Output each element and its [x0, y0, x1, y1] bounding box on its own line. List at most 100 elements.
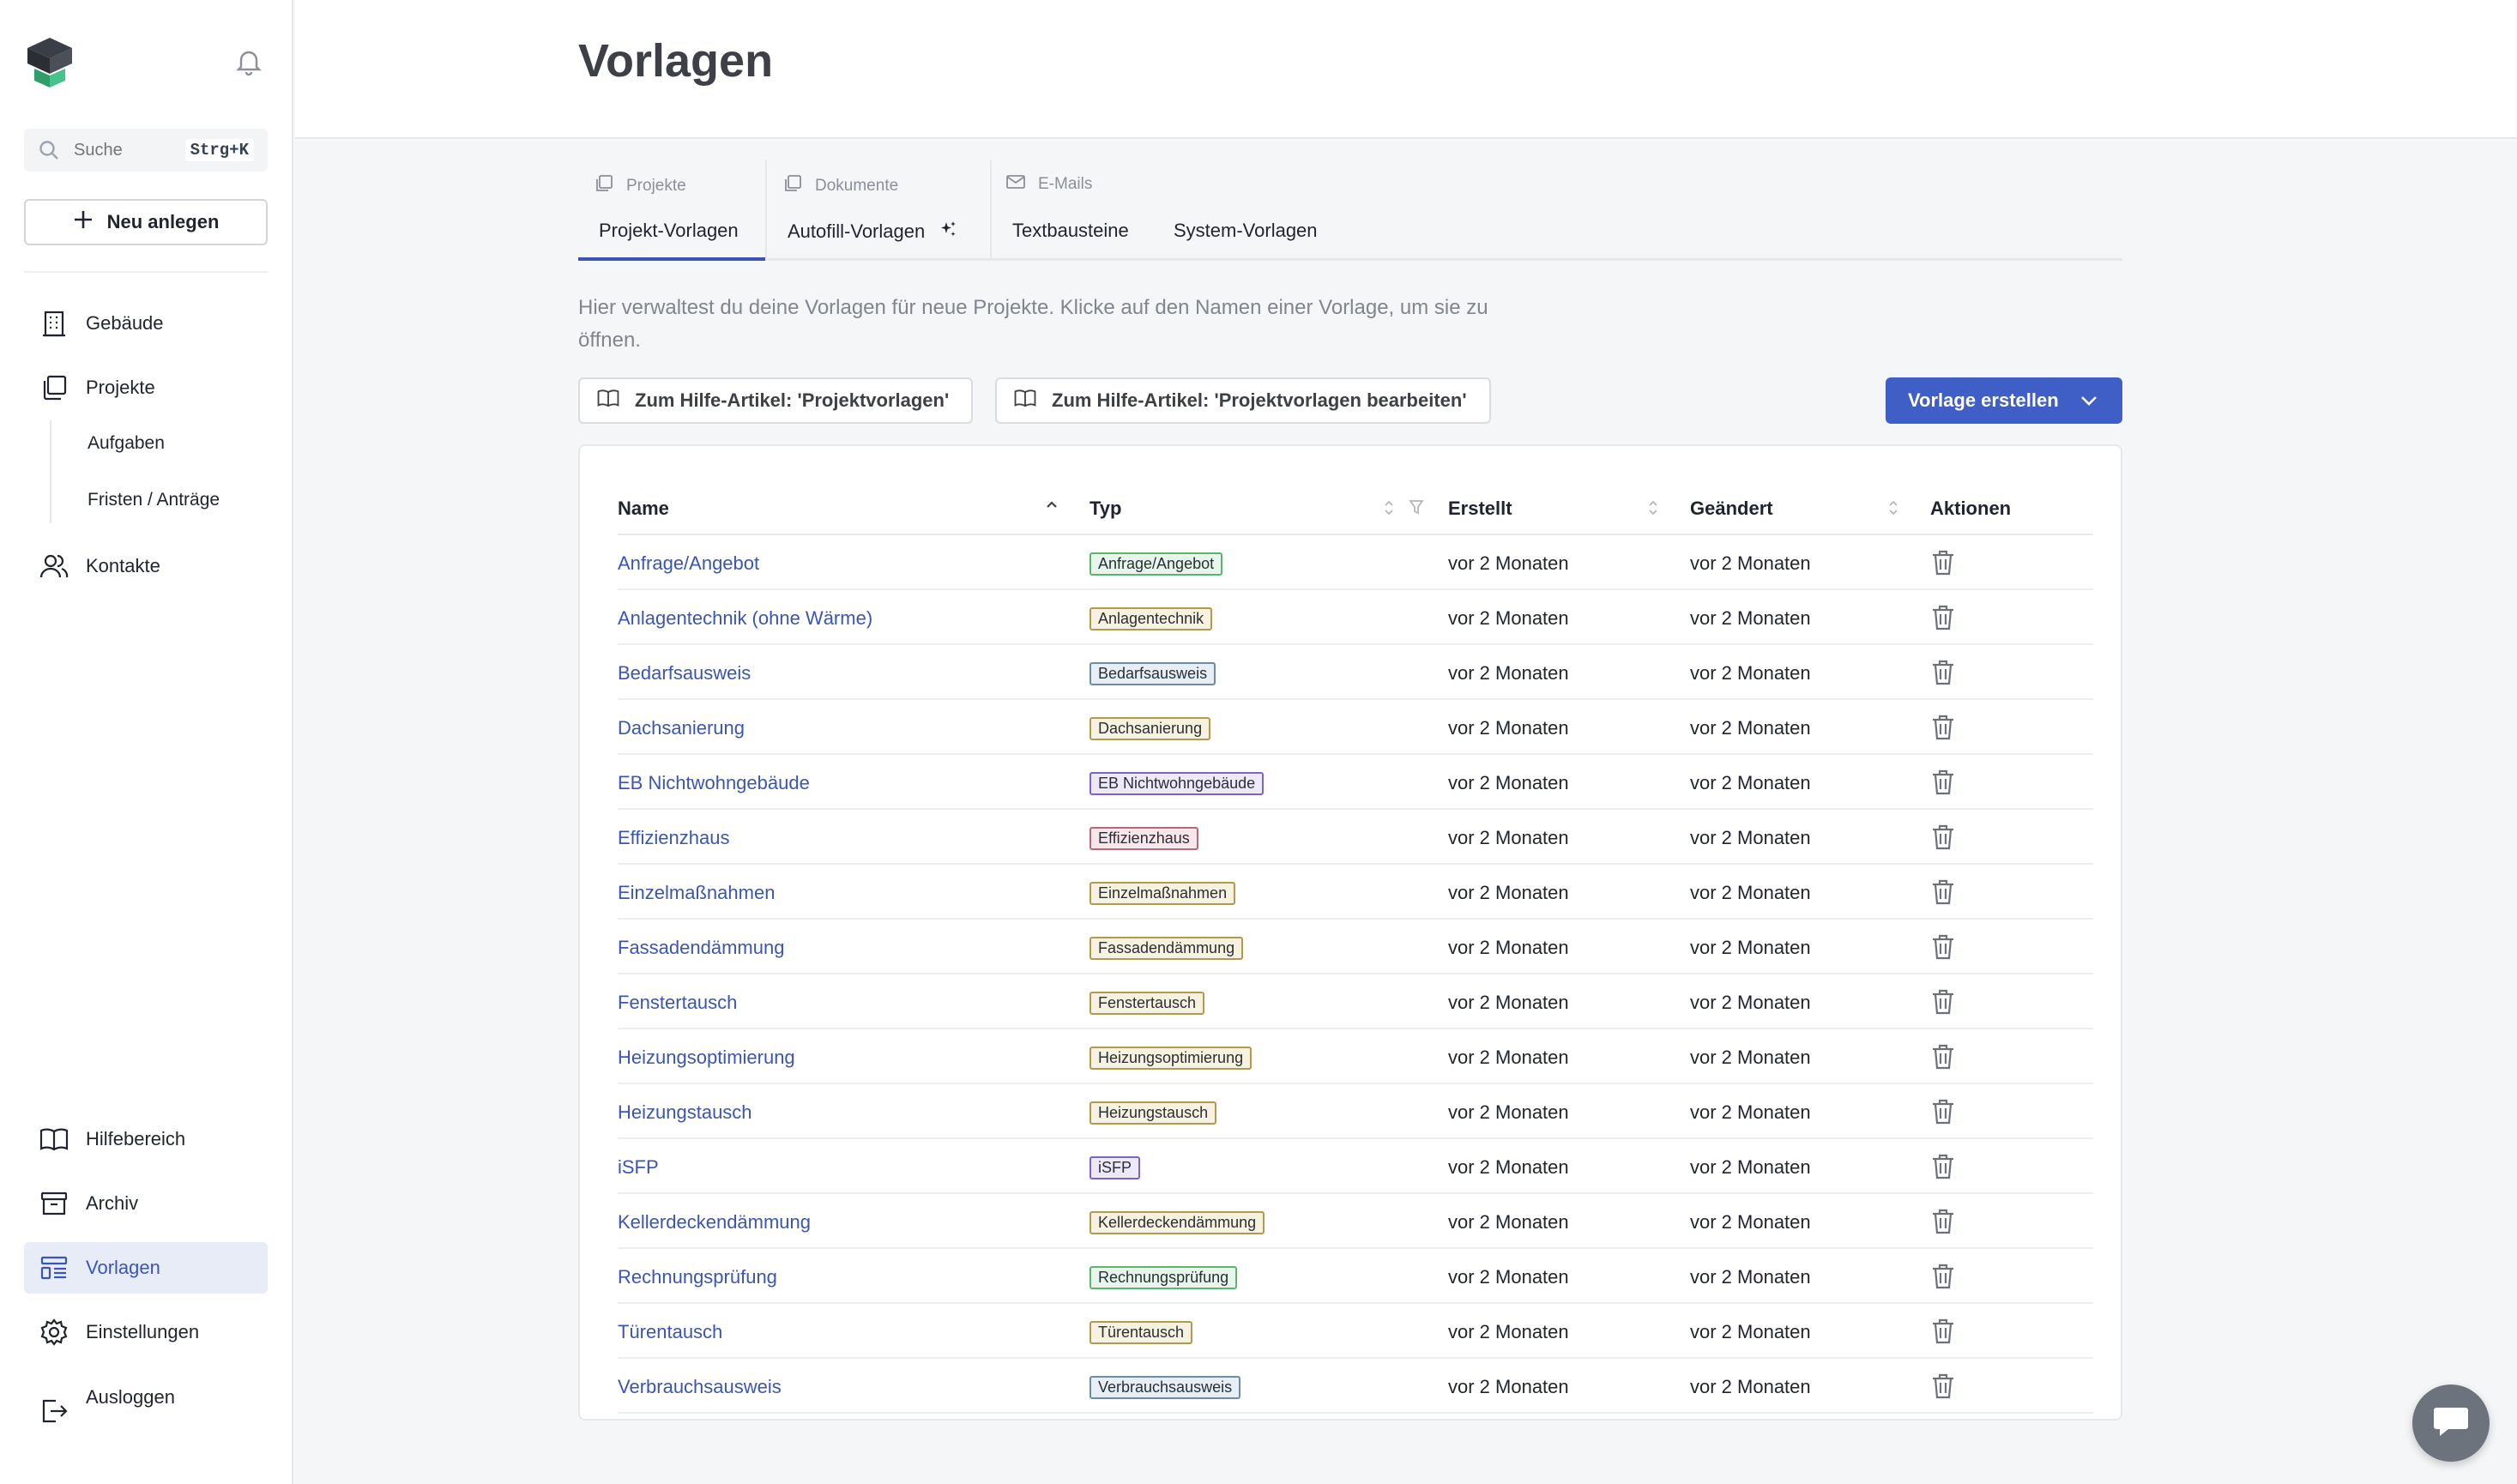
trash-icon[interactable] — [1928, 1371, 1958, 1402]
trash-icon[interactable] — [1928, 822, 1958, 853]
book-icon — [597, 389, 619, 413]
column-header-name[interactable]: Name — [618, 498, 669, 520]
sidebar-item-buildings[interactable]: Gebäude — [24, 298, 268, 349]
sidebar-item-archive[interactable]: Archiv — [24, 1178, 268, 1229]
sidebar-item-deadlines[interactable]: Fristen / Anträge — [88, 490, 220, 510]
tab-system-templates[interactable]: System-Vorlagen — [1174, 220, 1318, 242]
type-badge: Bedarfsausweis — [1089, 662, 1216, 685]
tab-autofill-templates[interactable]: Autofill-Vorlagen — [788, 220, 957, 244]
trash-icon[interactable] — [1928, 712, 1958, 743]
create-template-button[interactable]: Vorlage erstellen — [1886, 377, 2122, 424]
trash-icon[interactable] — [1928, 602, 1958, 633]
trash-icon[interactable] — [1928, 1041, 1958, 1072]
trash-icon[interactable] — [1928, 1316, 1958, 1347]
tab-project-templates[interactable]: Projekt-Vorlagen — [599, 220, 739, 242]
search-icon — [38, 139, 60, 161]
changed-date: vor 2 Monaten — [1690, 827, 1811, 848]
trash-icon[interactable] — [1928, 932, 1958, 962]
book-icon — [1014, 389, 1036, 413]
table-row: Kellerdeckendämmung Kellerdeckendämmung vo… — [618, 1194, 2093, 1249]
sidebar-item-settings[interactable]: Einstellungen — [24, 1306, 268, 1358]
sidebar-item-logout[interactable]: Ausloggen — [24, 1371, 268, 1448]
trash-icon[interactable] — [1928, 767, 1958, 798]
trash-icon[interactable] — [1928, 877, 1958, 908]
chat-button[interactable] — [2412, 1384, 2490, 1462]
archive-icon — [39, 1189, 69, 1218]
trash-icon[interactable] — [1928, 547, 1958, 578]
sidebar-item-label: Archiv — [86, 1192, 139, 1214]
sidebar-item-contacts[interactable]: Kontakte — [24, 540, 268, 592]
chat-icon — [2431, 1404, 2471, 1443]
changed-date: vor 2 Monaten — [1690, 662, 1811, 684]
created-date: vor 2 Monaten — [1448, 552, 1569, 574]
template-name-link[interactable]: Heizungstausch — [618, 1101, 752, 1124]
new-button[interactable]: Neu anlegen — [24, 199, 268, 245]
trash-icon[interactable] — [1928, 1151, 1958, 1182]
search-input[interactable] — [74, 140, 177, 160]
template-name-link[interactable]: Bedarfsausweis — [618, 662, 751, 685]
table-row: Bedarfsausweis Bedarfsausweis vor 2 Monate… — [618, 645, 2093, 700]
sidebar-item-label: Gebäude — [86, 312, 164, 334]
template-name-link[interactable]: Verbrauchsausweis — [618, 1376, 782, 1398]
template-name-link[interactable]: Anfrage/Angebot — [618, 552, 759, 575]
created-date: vor 2 Monaten — [1448, 827, 1569, 848]
trash-icon[interactable] — [1928, 657, 1958, 688]
type-badge: Fassadendämmung — [1089, 937, 1244, 960]
created-date: vor 2 Monaten — [1448, 1211, 1569, 1233]
template-name-link[interactable]: Anlagentechnik (ohne Wärme) — [618, 607, 872, 630]
changed-date: vor 2 Monaten — [1690, 1101, 1811, 1123]
template-name-link[interactable]: Dachsanierung — [618, 717, 745, 739]
building-icon — [39, 309, 69, 338]
created-date: vor 2 Monaten — [1448, 1266, 1569, 1288]
sort-icon[interactable] — [1647, 499, 1659, 516]
sidebar-item-templates[interactable]: Vorlagen — [24, 1242, 268, 1294]
sort-icon[interactable] — [1383, 499, 1395, 516]
chevron-down-icon[interactable] — [2079, 389, 2098, 412]
template-name-link[interactable]: Türentausch — [618, 1321, 722, 1343]
created-date: vor 2 Monaten — [1448, 882, 1569, 903]
template-name-link[interactable]: iSFP — [618, 1156, 659, 1179]
trash-icon[interactable] — [1928, 986, 1958, 1017]
changed-date: vor 2 Monaten — [1690, 1211, 1811, 1233]
column-header-created[interactable]: Erstellt — [1448, 498, 1512, 520]
table-row: iSFP iSFP vor 2 Monaten vor 2 Monaten — [618, 1139, 2093, 1194]
sidebar-item-help[interactable]: Hilfebereich — [24, 1113, 268, 1165]
help-article-button-2[interactable]: Zum Hilfe-Artikel: 'Projektvorlagen bear… — [995, 377, 1491, 424]
template-name-link[interactable]: Effizienzhaus — [618, 827, 729, 849]
sort-icon[interactable] — [1887, 499, 1899, 516]
created-date: vor 2 Monaten — [1448, 1321, 1569, 1342]
bell-icon[interactable] — [232, 45, 266, 79]
cube-logo-icon[interactable] — [22, 34, 77, 89]
table-row: Heizungstausch Heizungstausch vor 2 Monate… — [618, 1084, 2093, 1139]
column-header-changed[interactable]: Geändert — [1690, 498, 1773, 520]
type-badge: Kellerdeckendämmung — [1089, 1211, 1265, 1234]
type-badge: Dachsanierung — [1089, 717, 1211, 740]
subnav-line — [50, 420, 51, 523]
filter-icon[interactable] — [1409, 499, 1424, 515]
tab-group-documents-label: Dokumente — [815, 177, 899, 195]
trash-icon[interactable] — [1928, 1096, 1958, 1127]
template-name-link[interactable]: Rechnungsprüfung — [618, 1266, 777, 1288]
help-article-button-1[interactable]: Zum Hilfe-Artikel: 'Projektvorlagen' — [578, 377, 974, 424]
tab-text-blocks[interactable]: Textbausteine — [1012, 220, 1129, 242]
template-name-link[interactable]: Fenstertausch — [618, 992, 737, 1014]
trash-icon[interactable] — [1928, 1206, 1958, 1237]
template-name-link[interactable]: Kellerdeckendämmung — [618, 1211, 811, 1234]
search-bar[interactable]: Strg+K — [24, 129, 268, 172]
tab-group-documents: Dokumente Autofill-Vorlagen — [767, 160, 990, 261]
projects-icon — [594, 173, 614, 199]
plus-icon — [73, 209, 94, 235]
template-name-link[interactable]: Fassadendämmung — [618, 937, 784, 959]
changed-date: vor 2 Monaten — [1690, 882, 1811, 903]
sidebar-item-tasks[interactable]: Aufgaben — [88, 433, 165, 454]
template-name-link[interactable]: Heizungsoptimierung — [618, 1047, 795, 1069]
template-name-link[interactable]: EB Nichtwohngebäude — [618, 772, 810, 794]
sidebar-item-projects[interactable]: Projekte — [24, 362, 268, 413]
changed-date: vor 2 Monaten — [1690, 1376, 1811, 1397]
created-date: vor 2 Monaten — [1448, 607, 1569, 629]
sort-asc-icon[interactable] — [1045, 499, 1059, 510]
trash-icon[interactable] — [1928, 1261, 1958, 1292]
column-header-type[interactable]: Typ — [1089, 498, 1121, 520]
template-name-link[interactable]: Einzelmaßnahmen — [618, 882, 775, 904]
sparkle-icon — [939, 220, 957, 244]
